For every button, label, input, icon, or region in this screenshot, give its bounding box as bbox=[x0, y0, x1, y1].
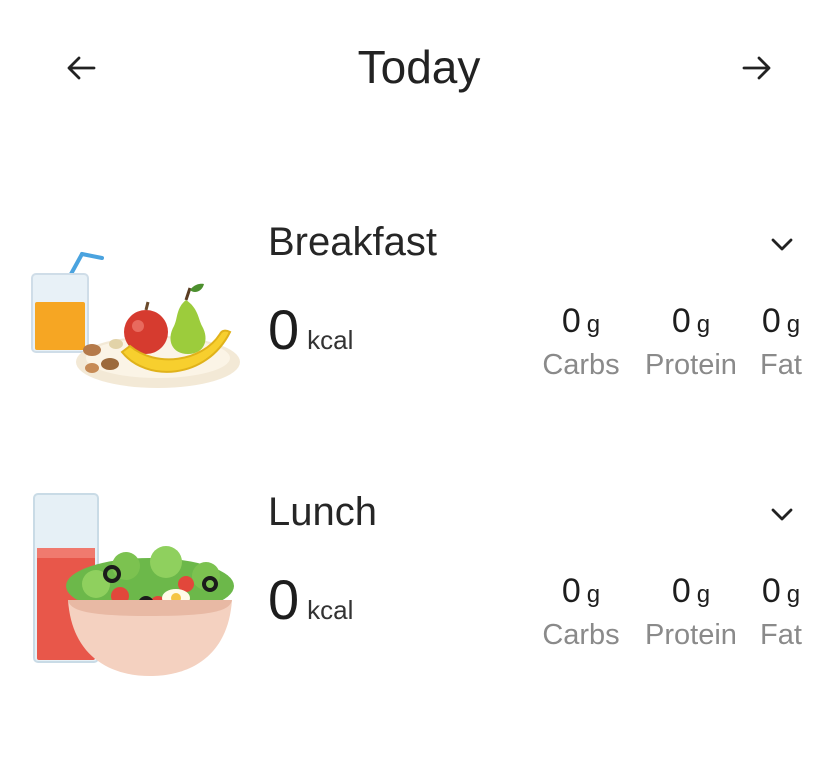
macro-unit: g bbox=[786, 311, 801, 338]
date-header: Today bbox=[0, 0, 838, 140]
macro-fat: 0g Fat bbox=[726, 302, 836, 382]
kcal-value: 0 bbox=[268, 298, 300, 361]
macro-amount: 0 bbox=[761, 302, 781, 340]
macro-amount: 0 bbox=[761, 572, 781, 610]
kcal-unit: kcal bbox=[307, 325, 354, 355]
meal-card-breakfast[interactable]: Breakfast 0 kcal 0g Carbs 0g Protein 0g … bbox=[0, 210, 838, 430]
next-day-button[interactable] bbox=[732, 44, 780, 92]
chevron-down-icon bbox=[771, 508, 793, 521]
macro-unit: g bbox=[696, 581, 711, 608]
macro-carbs: 0g Carbs bbox=[526, 302, 636, 382]
macro-amount: 0 bbox=[671, 302, 691, 340]
page-title: Today bbox=[357, 41, 481, 93]
meal-calories: 0 kcal bbox=[268, 572, 353, 628]
expand-breakfast-button[interactable] bbox=[762, 224, 802, 264]
lunch-illustration-icon bbox=[33, 493, 234, 676]
macro-label: Fat bbox=[760, 349, 802, 381]
macro-unit: g bbox=[586, 311, 601, 338]
macro-label: Carbs bbox=[542, 349, 620, 381]
meal-title: Breakfast bbox=[268, 220, 437, 264]
meal-title: Lunch bbox=[268, 490, 377, 534]
kcal-unit: kcal bbox=[307, 595, 354, 625]
breakfast-illustration-icon bbox=[31, 252, 240, 388]
macro-label: Carbs bbox=[542, 619, 620, 651]
arrow-right-icon bbox=[742, 56, 771, 80]
kcal-value: 0 bbox=[268, 568, 300, 631]
macro-amount: 0 bbox=[561, 302, 581, 340]
expand-lunch-button[interactable] bbox=[762, 494, 802, 534]
meal-calories: 0 kcal bbox=[268, 302, 353, 358]
macro-fat: 0g Fat bbox=[726, 572, 836, 652]
macro-amount: 0 bbox=[671, 572, 691, 610]
macro-amount: 0 bbox=[561, 572, 581, 610]
macro-unit: g bbox=[786, 581, 801, 608]
macro-unit: g bbox=[586, 581, 601, 608]
meal-card-lunch[interactable]: Lunch 0 kcal 0g Carbs 0g Protein 0g Fat bbox=[0, 480, 838, 700]
macro-label: Fat bbox=[760, 619, 802, 651]
macro-unit: g bbox=[696, 311, 711, 338]
chevron-down-icon bbox=[771, 238, 793, 251]
macro-carbs: 0g Carbs bbox=[526, 572, 636, 652]
